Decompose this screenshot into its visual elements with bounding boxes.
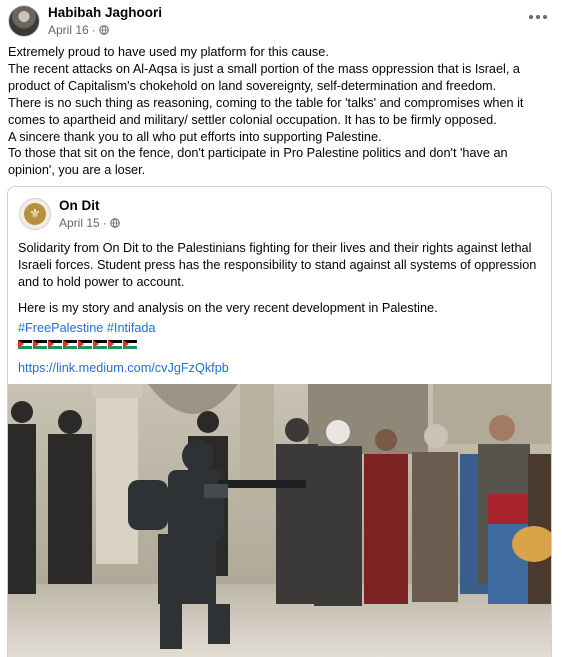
shared-paragraph-1: Solidarity from On Dit to the Palestinia… [18, 240, 543, 291]
globe-icon [109, 218, 120, 228]
shared-text-line: and to hold power to account. [18, 275, 185, 289]
date-separator: · [91, 23, 96, 37]
post-date[interactable]: April 16 [48, 23, 89, 37]
hashtag-freepalestine[interactable]: #FreePalestine [18, 321, 103, 335]
globe-icon [98, 25, 109, 35]
medium-link[interactable]: https://link.medium.com/cvJgFzQkfpb [18, 361, 229, 375]
shared-post-date[interactable]: April 15 [59, 216, 100, 230]
post-text: Extremely proud to have used my platform… [8, 44, 553, 179]
shared-text-line: Solidarity from On Dit to the Palestinia… [18, 241, 532, 255]
shared-paragraph-2: Here is my story and analysis on the ver… [18, 301, 438, 315]
more-options-button[interactable] [526, 10, 550, 24]
post-header: Habibah Jaghoori April 16 · [0, 0, 562, 42]
shared-text-line: Israeli forces. Student press has the re… [18, 258, 537, 272]
post-text-line: To those that sit on the fence, don't pa… [8, 146, 508, 161]
palestine-flag-icon [78, 340, 92, 349]
shared-post-meta: April 15 · [59, 216, 120, 230]
protest-photo[interactable] [8, 384, 552, 657]
shared-author-avatar[interactable]: ⚜ [19, 198, 51, 230]
post-text-line: Extremely proud to have used my platform… [8, 45, 329, 59]
palestine-flag-icon [93, 340, 107, 349]
flag-emoji-row [18, 340, 137, 349]
post-text-line: comes to apartheid and military/ settler… [8, 112, 497, 127]
date-separator: · [102, 216, 107, 230]
post-text-line: The recent attacks on Al-Aqsa is just a … [8, 61, 520, 76]
palestine-flag-icon [108, 340, 122, 349]
facebook-post: Habibah Jaghoori April 16 · Extremely pr… [0, 0, 562, 657]
palestine-flag-icon [48, 340, 62, 349]
post-text-line: opinion', you are a loser. [8, 163, 146, 178]
post-text-line: product of Capitalism's chokehold on lan… [8, 78, 497, 93]
palestine-flag-icon [123, 340, 137, 349]
palestine-flag-icon [18, 340, 32, 349]
shared-post-text: Solidarity from On Dit to the Palestinia… [18, 240, 543, 326]
post-text-line: There is no such thing as reasoning, com… [8, 95, 524, 110]
shared-author-name[interactable]: On Dit [59, 198, 100, 213]
post-meta: April 16 · [48, 23, 109, 37]
fleur-de-lis-icon: ⚜ [24, 203, 46, 225]
palestine-flag-icon [63, 340, 77, 349]
author-name[interactable]: Habibah Jaghoori [48, 5, 162, 20]
hashtag-intifada[interactable]: #Intifada [107, 321, 156, 335]
post-text-line: A sincere thank you to all who put effor… [8, 129, 382, 144]
shared-post-card[interactable]: ⚜ On Dit April 15 · Solidarity from On D… [7, 186, 552, 657]
more-horizontal-icon [529, 15, 533, 19]
author-avatar[interactable] [8, 5, 40, 37]
hashtags: #FreePalestine #Intifada [18, 321, 156, 335]
palestine-flag-icon [33, 340, 47, 349]
